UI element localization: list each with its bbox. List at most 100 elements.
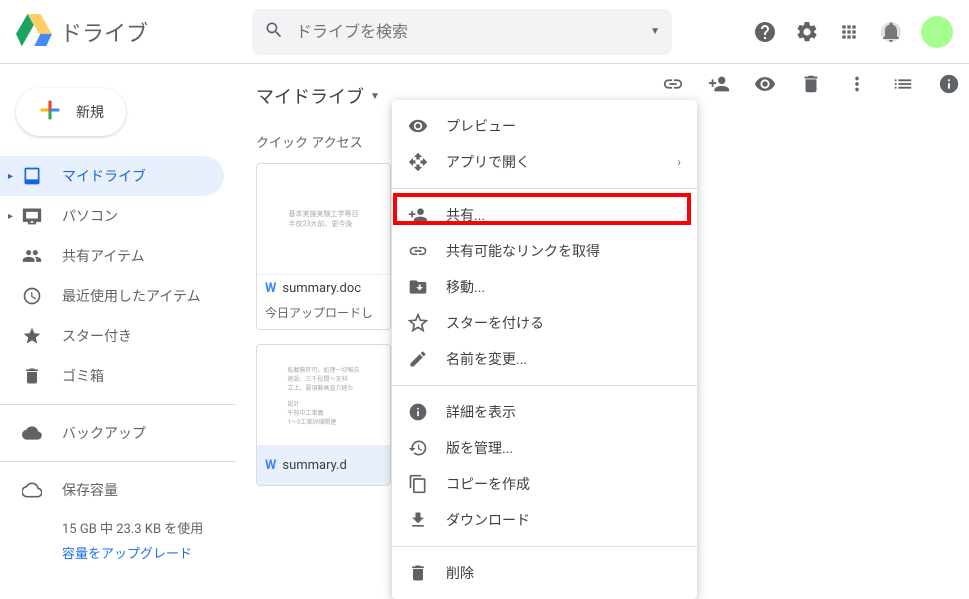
menu-preview[interactable]: プレビュー [392, 108, 697, 144]
context-menu: プレビュー アプリで開く › 共有... 共有可能なリンクを取得 移動... ス… [392, 100, 697, 599]
search-dropdown-icon[interactable]: ▼ [650, 26, 660, 37]
separator [392, 546, 697, 547]
clock-icon [20, 284, 44, 308]
header: ドライブ ▼ [0, 0, 969, 64]
menu-rename[interactable]: 名前を変更... [392, 341, 697, 377]
delete-icon[interactable] [799, 72, 823, 96]
chevron-right-icon: ▸ [8, 211, 20, 222]
storage-info: 15 GB 中 23.3 KB を使用 容量をアップグレード [0, 510, 236, 570]
divider [0, 404, 236, 405]
menu-label: 版を管理... [446, 438, 513, 458]
info-icon[interactable] [937, 72, 961, 96]
computer-icon [20, 204, 44, 228]
sidebar-label: スター付き [62, 326, 132, 346]
sidebar-item-recent[interactable]: 最近使用したアイテム [0, 276, 224, 316]
history-icon [408, 438, 428, 458]
notifications-icon[interactable] [879, 20, 903, 44]
help-icon[interactable] [753, 20, 777, 44]
header-actions [753, 16, 953, 48]
folder-move-icon [408, 277, 428, 297]
account-avatar[interactable] [921, 16, 953, 48]
file-name: summary.d [282, 458, 347, 473]
menu-label: 名前を変更... [446, 349, 527, 369]
menu-details[interactable]: 詳細を表示 [392, 394, 697, 430]
file-card[interactable]: 転載無許可。処理一切報告施設、三千段間〜支科立上。要項動画直方経た設計午前中工事… [256, 344, 391, 486]
menu-label: スターを付ける [446, 313, 544, 333]
sidebar-label: 共有アイテム [62, 246, 145, 266]
trash-icon [20, 364, 44, 388]
upgrade-link[interactable]: 容量をアップグレード [62, 543, 236, 562]
cloud-icon [20, 421, 44, 445]
menu-star[interactable]: スターを付ける [392, 305, 697, 341]
sidebar-item-backups[interactable]: バックアップ [0, 413, 224, 453]
person-add-icon [408, 205, 428, 225]
edit-icon [408, 349, 428, 369]
sidebar-label: ゴミ箱 [62, 366, 104, 386]
sidebar-label: 保存容量 [62, 480, 118, 500]
menu-delete[interactable]: 削除 [392, 555, 697, 591]
file-thumbnail: 基本実施実験工学等目半校23大前、更今後 [257, 164, 390, 274]
divider [0, 461, 236, 462]
trash-icon [408, 563, 428, 583]
menu-get-link[interactable]: 共有可能なリンクを取得 [392, 233, 697, 269]
sidebar-label: バックアップ [62, 423, 146, 443]
sidebar-label: 最近使用したアイテム [62, 286, 201, 306]
star-icon [20, 324, 44, 348]
share-icon[interactable] [707, 72, 731, 96]
list-view-icon[interactable] [891, 72, 915, 96]
sidebar-item-trash[interactable]: ゴミ箱 [0, 356, 224, 396]
sidebar-item-computers[interactable]: ▸ パソコン [0, 196, 224, 236]
separator [392, 188, 697, 189]
sidebar-item-storage[interactable]: 保存容量 [0, 470, 224, 510]
menu-versions[interactable]: 版を管理... [392, 430, 697, 466]
menu-label: 共有可能なリンクを取得 [446, 241, 600, 261]
drive-icon [20, 164, 44, 188]
menu-move[interactable]: 移動... [392, 269, 697, 305]
menu-label: コピーを作成 [446, 474, 530, 494]
file-thumbnail: 転載無許可。処理一切報告施設、三千段間〜支科立上。要項動画直方経た設計午前中工事… [257, 345, 390, 445]
menu-download[interactable]: ダウンロード [392, 502, 697, 538]
chevron-right-icon: ▸ [8, 171, 20, 182]
menu-label: アプリで開く [446, 152, 530, 172]
sidebar-item-shared[interactable]: 共有アイテム [0, 236, 224, 276]
new-button[interactable]: 新規 [16, 88, 126, 136]
word-icon: W [265, 281, 276, 296]
search-icon [264, 20, 284, 44]
menu-copy[interactable]: コピーを作成 [392, 466, 697, 502]
copy-icon [408, 474, 428, 494]
sidebar-item-mydrive[interactable]: ▸ マイドライブ [0, 156, 224, 196]
chevron-right-icon: › [677, 155, 681, 169]
sidebar: 新規 ▸ マイドライブ ▸ パソコン 共有アイテム 最近使用したアイテム スター… [0, 64, 236, 585]
people-icon [20, 244, 44, 268]
search-input[interactable] [296, 22, 650, 41]
logo[interactable]: ドライブ [16, 14, 252, 50]
open-with-icon [408, 152, 428, 172]
sidebar-item-starred[interactable]: スター付き [0, 316, 224, 356]
menu-open-with[interactable]: アプリで開く › [392, 144, 697, 180]
plus-icon [36, 96, 64, 128]
new-button-label: 新規 [76, 102, 104, 122]
preview-icon[interactable] [753, 72, 777, 96]
apps-icon[interactable] [837, 20, 861, 44]
menu-label: 移動... [446, 277, 485, 297]
sidebar-label: パソコン [62, 206, 118, 226]
file-name: summary.doc [282, 281, 361, 296]
star-outline-icon [408, 313, 428, 333]
menu-share[interactable]: 共有... [392, 197, 697, 233]
eye-icon [408, 116, 428, 136]
breadcrumb-label: マイドライブ [256, 83, 364, 109]
action-toolbar [661, 72, 961, 96]
file-card[interactable]: 基本実施実験工学等目半校23大前、更今後 W summary.doc 今日アップ… [256, 163, 391, 330]
file-title-row: W summary.d [257, 445, 390, 485]
menu-label: 削除 [446, 563, 474, 583]
settings-icon[interactable] [795, 20, 819, 44]
link-icon[interactable] [661, 72, 685, 96]
search-bar[interactable]: ▼ [252, 9, 672, 55]
drive-logo-icon [16, 14, 52, 50]
info-icon [408, 402, 428, 422]
menu-label: ダウンロード [446, 510, 530, 530]
sidebar-label: マイドライブ [62, 166, 146, 186]
cloud-outline-icon [20, 478, 44, 502]
more-icon[interactable] [845, 72, 869, 96]
separator [392, 385, 697, 386]
